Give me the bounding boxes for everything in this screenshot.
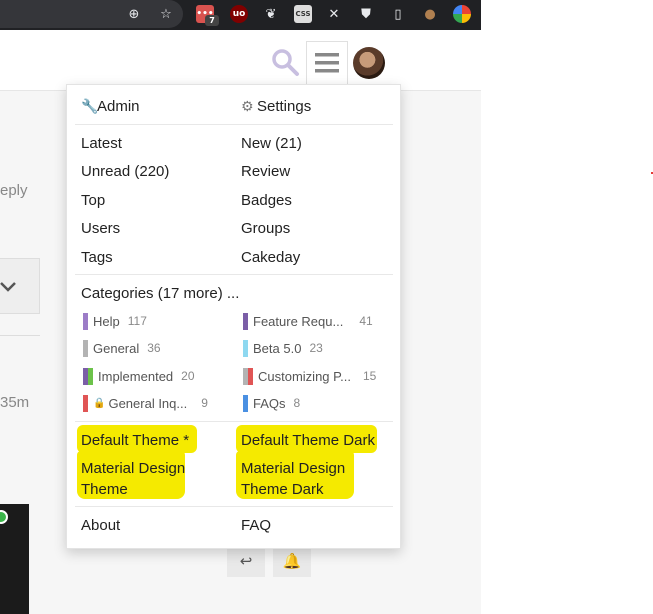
ext-colors-icon[interactable] — [453, 5, 471, 23]
category-general[interactable]: General 36 — [83, 339, 161, 357]
category-name: General — [93, 340, 140, 356]
gear-icon: ⚙ — [241, 99, 254, 115]
category-count: 15 — [362, 369, 377, 383]
users-link[interactable]: Users — [81, 220, 120, 238]
category-color — [243, 312, 248, 330]
theme-material-dark[interactable]: Material Design Theme Dark — [241, 458, 361, 500]
category-feature-requests[interactable]: Feature Requ... 41 — [243, 312, 373, 330]
review-link[interactable]: Review — [241, 163, 290, 181]
divider — [75, 506, 393, 507]
category-implemented[interactable]: Implemented 20 — [83, 367, 195, 385]
hamburger-menu-button[interactable] — [306, 41, 348, 84]
category-count: 41 — [359, 314, 373, 328]
dark-panel-fragment — [0, 504, 29, 614]
wrench-icon: 🔧 — [81, 99, 99, 115]
category-color — [83, 367, 93, 385]
faq-link[interactable]: FAQ — [241, 517, 271, 535]
groups-link[interactable]: Groups — [241, 220, 290, 238]
category-color — [83, 339, 88, 357]
new-link[interactable]: New (21) — [241, 135, 302, 153]
category-name: Feature Requ... — [253, 313, 344, 329]
document-icon[interactable]: ▯ — [389, 5, 407, 23]
category-customizing[interactable]: Customizing P... 15 — [243, 367, 376, 385]
top-link[interactable]: Top — [81, 192, 105, 210]
star-icon[interactable]: ☆ — [157, 5, 175, 23]
time-fragment: 35m — [0, 394, 30, 411]
category-color — [83, 312, 88, 330]
hamburger-dropdown: 🔧Admin ⚙ Settings Latest New (21) Unread … — [66, 84, 401, 549]
ext-shell-icon[interactable]: ● — [421, 5, 439, 23]
category-name: Customizing P... — [258, 368, 351, 384]
category-color — [243, 394, 248, 412]
add-icon[interactable]: ⊕ — [125, 5, 143, 23]
ext-badge: 7 — [205, 15, 219, 26]
theme-default[interactable]: Default Theme * — [81, 430, 189, 451]
category-general-inquiries[interactable]: 🔒 General Inq... 9 — [83, 394, 208, 412]
ext-shield-icon[interactable]: ⛊ — [357, 5, 375, 23]
theme-default-dark[interactable]: Default Theme Dark — [241, 430, 375, 451]
unread-link[interactable]: Unread (220) — [81, 163, 169, 181]
reply-icon: ↩ — [239, 552, 253, 570]
tags-link[interactable]: Tags — [81, 249, 113, 267]
category-count: 23 — [309, 341, 323, 355]
category-name: Beta 5.0 — [253, 340, 302, 356]
status-dot — [0, 510, 8, 524]
browser-toolbar: ⊕ ☆ ••• 7 uo ❦ CSS ✕ ⛊ ▯ ● — [0, 0, 481, 30]
category-name: Implemented — [98, 368, 174, 384]
divider — [75, 421, 393, 422]
settings-link[interactable]: ⚙ Settings — [241, 98, 311, 116]
admin-label: Admin — [97, 98, 140, 115]
collapse-button[interactable] — [0, 258, 40, 314]
theme-material[interactable]: Material Design Theme — [81, 458, 191, 500]
divider — [75, 124, 393, 125]
category-color — [83, 394, 88, 412]
category-color — [243, 367, 253, 385]
address-bar[interactable] — [0, 0, 183, 28]
category-count: 9 — [201, 396, 208, 410]
lock-icon: 🔒 — [93, 397, 106, 409]
x-icon[interactable]: ✕ — [325, 5, 343, 23]
cakeday-link[interactable]: Cakeday — [241, 249, 300, 267]
badges-link[interactable]: Badges — [241, 192, 292, 210]
about-link[interactable]: About — [81, 517, 120, 535]
reply-text-fragment: eply — [0, 182, 28, 199]
category-name: Help — [93, 313, 120, 329]
bell-icon: 🔔 — [282, 552, 302, 570]
category-count: 20 — [181, 369, 195, 383]
category-help[interactable]: Help 117 — [83, 312, 147, 330]
category-name: General Inq... — [108, 395, 188, 411]
hamburger-icon — [315, 53, 339, 73]
categories-link[interactable]: Categories (17 more) ... — [81, 285, 239, 303]
search-icon[interactable] — [270, 47, 300, 77]
category-faqs[interactable]: FAQs 8 — [243, 394, 300, 412]
user-avatar[interactable] — [353, 47, 385, 79]
category-name: FAQs — [253, 395, 286, 411]
ext-bird-icon[interactable]: ❦ — [262, 5, 280, 23]
divider — [75, 274, 393, 275]
category-beta[interactable]: Beta 5.0 23 — [243, 339, 323, 357]
category-count: 117 — [127, 314, 147, 328]
category-count: 36 — [147, 341, 161, 355]
css-icon[interactable]: CSS — [294, 5, 312, 23]
chevron-down-icon — [0, 282, 16, 292]
category-color — [243, 339, 248, 357]
settings-label: Settings — [257, 98, 312, 115]
divider — [0, 335, 40, 336]
ublock-icon[interactable]: uo — [230, 5, 248, 23]
latest-link[interactable]: Latest — [81, 135, 122, 153]
category-count: 8 — [293, 396, 301, 410]
admin-link[interactable]: 🔧Admin — [81, 98, 140, 116]
site-header — [0, 30, 481, 91]
